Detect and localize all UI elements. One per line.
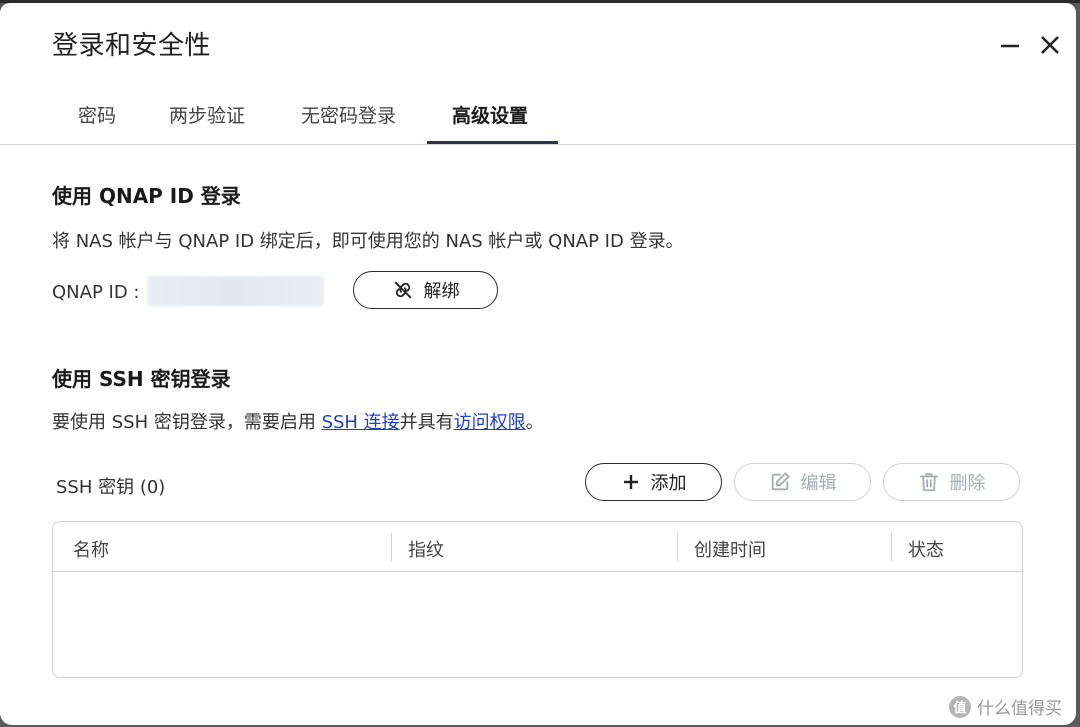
qnap-id-label: QNAP ID : (52, 282, 140, 303)
ssh-desc-middle: 并具有 (399, 412, 454, 433)
login-security-dialog: 登录和安全性 密码 两步验证 无密码登录 高级设置 使用 QNAP ID 登录 … (0, 3, 1076, 725)
column-header-fingerprint[interactable]: 指纹 (408, 536, 444, 562)
delete-ssh-key-button[interactable]: 删除 (883, 463, 1020, 501)
ssh-desc-suffix: 。 (525, 412, 544, 433)
qnap-section-heading: 使用 QNAP ID 登录 (52, 184, 241, 208)
column-resizer[interactable] (891, 533, 892, 561)
table-header: 名称 指纹 创建时间 状态 (53, 522, 1022, 572)
column-header-status[interactable]: 状态 (908, 536, 944, 562)
ssh-desc-prefix: 要使用 SSH 密钥登录，需要启用 (52, 412, 322, 433)
delete-button-label: 删除 (949, 473, 986, 494)
ssh-keys-table: 名称 指纹 创建时间 状态 (52, 521, 1023, 678)
unlink-icon (392, 279, 414, 301)
unbind-button[interactable]: 解绑 (353, 271, 498, 309)
ssh-keys-count: SSH 密钥 (0) (56, 477, 166, 498)
tab-divider (0, 144, 1076, 145)
watermark-badge: 值 (949, 695, 971, 718)
tab-password[interactable]: 密码 (78, 101, 116, 128)
column-header-name[interactable]: 名称 (73, 536, 109, 562)
unbind-button-label: 解绑 (423, 281, 460, 302)
tab-advanced[interactable]: 高级设置 (452, 101, 528, 128)
watermark-text: 什么值得买 (977, 699, 1062, 719)
qnap-id-value-redacted (147, 276, 324, 306)
minimize-button[interactable] (996, 31, 1024, 59)
trash-icon (918, 471, 940, 493)
access-permission-link[interactable]: 访问权限 (454, 412, 526, 433)
add-ssh-key-button[interactable]: 添加 (585, 463, 722, 501)
plus-icon (621, 472, 641, 492)
column-resizer[interactable] (677, 533, 678, 561)
column-header-created-time[interactable]: 创建时间 (694, 536, 766, 562)
add-button-label: 添加 (650, 473, 687, 494)
edit-ssh-key-button[interactable]: 编辑 (734, 463, 871, 501)
edit-button-label: 编辑 (800, 473, 837, 494)
ssh-section-description: 要使用 SSH 密钥登录，需要启用 SSH 连接并具有访问权限。 (52, 408, 544, 434)
close-button[interactable] (1036, 31, 1064, 59)
ssh-section-heading: 使用 SSH 密钥登录 (52, 367, 231, 391)
column-resizer[interactable] (391, 533, 392, 561)
edit-icon (769, 471, 791, 493)
dialog-title: 登录和安全性 (52, 31, 212, 61)
minimize-icon (1001, 44, 1019, 48)
watermark: 值 什么值得买 (949, 694, 1062, 719)
close-icon (1041, 36, 1059, 54)
ssh-connection-link[interactable]: SSH 连接 (322, 412, 400, 433)
tab-passwordless[interactable]: 无密码登录 (301, 101, 396, 128)
tab-two-step[interactable]: 两步验证 (169, 101, 245, 128)
qnap-section-description: 将 NAS 帐户与 QNAP ID 绑定后，即可使用您的 NAS 帐户或 QNA… (52, 231, 684, 252)
